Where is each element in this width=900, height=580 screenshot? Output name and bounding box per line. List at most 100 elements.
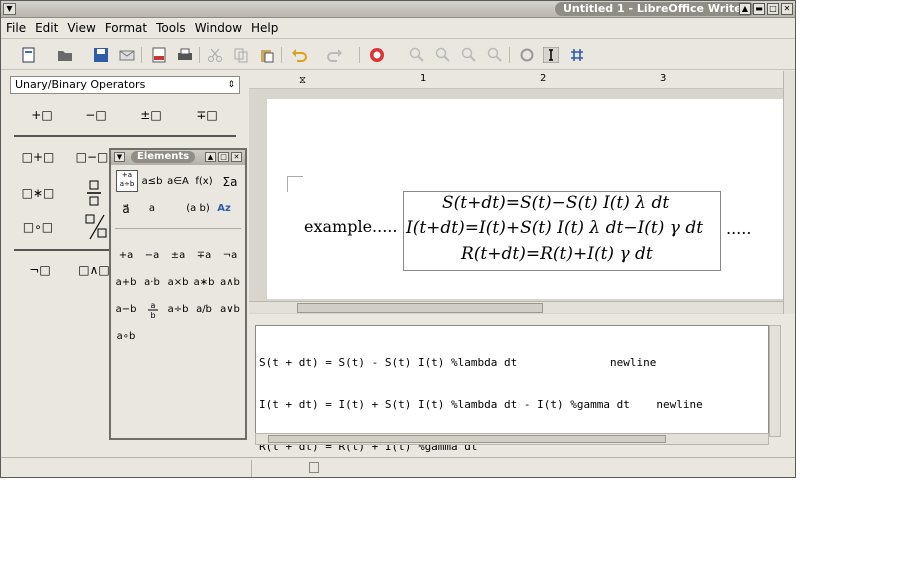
menu-view[interactable]: View — [67, 21, 95, 35]
formula-line-i: I(t+dt)=I(t)+S(t) I(t) λ dt−I(t) γ dt — [406, 218, 704, 238]
el-plusminus[interactable]: ±a — [165, 246, 191, 266]
category-brackets-icon[interactable]: a — [139, 199, 165, 219]
paste-icon[interactable] — [259, 47, 275, 63]
undo-icon[interactable] — [291, 47, 307, 63]
category-operators-icon[interactable]: Σa — [217, 172, 243, 192]
ruler[interactable]: 1 2 3 ⧖ — [249, 71, 783, 89]
app-window: ▼ Untitled 1 - LibreOffice Writer ▲ ▬ □ … — [0, 0, 796, 478]
indent-marker-icon[interactable]: ⧖ — [299, 75, 306, 86]
op-plusminus[interactable]: ±□ — [133, 105, 169, 125]
formula-line-s: S(t+dt)=S(t)−S(t) I(t) λ dt — [442, 193, 670, 213]
new-document-icon[interactable] — [21, 47, 37, 63]
window-menu-icon[interactable]: ▼ — [3, 3, 16, 15]
el-minusplus[interactable]: ∓a — [191, 246, 217, 266]
maximize-button[interactable]: □ — [767, 3, 779, 15]
el-pos[interactable]: +a — [113, 246, 139, 266]
op-not[interactable]: ¬□ — [22, 260, 58, 280]
category-functions-icon[interactable]: f(x) — [191, 172, 217, 192]
divider — [14, 135, 236, 137]
page[interactable]: example..... S(t+dt)=S(t)−S(t) I(t) λ dt… — [267, 99, 783, 299]
category-formats-icon[interactable]: Az — [211, 199, 237, 219]
close-button[interactable]: ✕ — [781, 3, 793, 15]
shade-button[interactable]: ▲ — [739, 3, 751, 15]
menu-edit[interactable]: Edit — [35, 21, 58, 35]
el-ast[interactable]: a∗b — [191, 273, 217, 293]
title-bar: ▼ Untitled 1 - LibreOffice Writer ▲ ▬ □ … — [1, 1, 795, 18]
zoom-page-icon[interactable] — [461, 47, 477, 63]
el-not[interactable]: ¬a — [217, 246, 243, 266]
minimize-button[interactable]: ▬ — [753, 3, 765, 15]
op-multiply[interactable]: □∗□ — [20, 183, 56, 203]
update-icon[interactable] — [519, 47, 535, 63]
editor-vertical-scrollbar[interactable] — [769, 325, 781, 437]
export-pdf-icon[interactable] — [151, 47, 167, 63]
el-times[interactable]: a×b — [165, 273, 191, 293]
copy-icon[interactable] — [233, 47, 249, 63]
dropdown-arrow-icon: ⇕ — [227, 80, 235, 90]
zoom-out-icon[interactable] — [435, 47, 451, 63]
menu-format[interactable]: Format — [105, 21, 147, 35]
category-sets-icon[interactable]: a∈A — [165, 172, 191, 192]
panel-menu-icon[interactable]: ▼ — [114, 152, 125, 162]
formula-editor[interactable]: S(t + dt) = S(t) - S(t) I(t) %lambda dt … — [255, 325, 769, 453]
example-text: example..... — [304, 217, 398, 236]
menu-file[interactable]: File — [6, 21, 26, 35]
formula-object[interactable]: S(t+dt)=S(t)−S(t) I(t) λ dt I(t+dt)=I(t)… — [403, 191, 721, 271]
el-circ[interactable]: a∘b — [113, 327, 139, 347]
menu-help[interactable]: Help — [251, 21, 278, 35]
save-icon[interactable] — [93, 47, 109, 63]
el-neg[interactable]: −a — [139, 246, 165, 266]
formula-line-r: R(t+dt)=R(t)+I(t) γ dt — [461, 244, 653, 264]
op-plus[interactable]: +□ — [24, 105, 60, 125]
category-matrix-icon[interactable]: (a b) — [185, 199, 211, 219]
scrollbar-thumb[interactable] — [268, 435, 666, 443]
command-line: I(t + dt) = I(t) + S(t) I(t) %lambda dt … — [259, 398, 703, 411]
document-modified-icon[interactable] — [309, 462, 319, 473]
op-minusplus[interactable]: ∓□ — [189, 105, 225, 125]
document-horizontal-scrollbar[interactable] — [249, 301, 783, 313]
el-or[interactable]: a∨b — [217, 300, 243, 320]
el-div[interactable]: a÷b — [165, 300, 191, 320]
cut-icon[interactable] — [207, 47, 223, 63]
scrollbar-thumb[interactable] — [297, 303, 543, 313]
op-minus[interactable]: −□ — [78, 105, 114, 125]
fraction-icon[interactable] — [86, 179, 102, 207]
print-icon[interactable] — [177, 47, 193, 63]
divider — [251, 460, 252, 477]
op-subtract[interactable]: □−□ — [74, 147, 110, 167]
el-cdot[interactable]: a·b — [139, 273, 165, 293]
open-folder-icon[interactable] — [57, 47, 73, 63]
op-add[interactable]: □+□ — [20, 147, 56, 167]
help-lifebuoy-icon[interactable] — [369, 47, 385, 63]
el-and[interactable]: a∧b — [217, 273, 243, 293]
slash-fraction-icon[interactable] — [84, 213, 110, 241]
panel-maximize-button[interactable]: □ — [218, 152, 229, 162]
email-icon[interactable] — [119, 47, 135, 63]
elements-panel: ▼ Elements ▲ □ ✕ +a a÷b a≤b a∈A f(x) Σa … — [109, 148, 247, 440]
category-unary-binary-icon[interactable]: +a a÷b — [116, 170, 138, 192]
el-add[interactable]: a+b — [113, 273, 139, 293]
menu-window[interactable]: Window — [195, 21, 242, 35]
el-sub[interactable]: a−b — [113, 300, 139, 320]
panel-shade-button[interactable]: ▲ — [205, 152, 216, 162]
menu-tools[interactable]: Tools — [156, 21, 186, 35]
redo-icon[interactable] — [327, 47, 343, 63]
el-frac-icon[interactable]: ab — [147, 300, 159, 320]
symbols-icon[interactable] — [569, 47, 585, 63]
category-dropdown[interactable]: Unary/Binary Operators ⇕ — [10, 76, 240, 94]
menu-bar: File Edit View Format Tools Window Help — [1, 18, 795, 38]
op-and[interactable]: □∧□ — [76, 260, 112, 280]
window-title: Untitled 1 - LibreOffice Writer — [555, 2, 756, 16]
zoom-in-icon[interactable] — [409, 47, 425, 63]
document-vertical-scrollbar[interactable] — [783, 71, 795, 314]
document-area: 1 2 3 ⧖ example..... S(t+dt)=S(t)−S(t) I… — [249, 71, 795, 314]
zoom-icon[interactable] — [487, 47, 503, 63]
op-compose[interactable]: □∘□ — [20, 217, 56, 237]
el-slash[interactable]: a/b — [191, 300, 217, 320]
category-relations-icon[interactable]: a≤b — [139, 172, 165, 192]
panel-close-button[interactable]: ✕ — [231, 152, 242, 162]
divider — [115, 228, 241, 229]
editor-horizontal-scrollbar[interactable] — [255, 433, 769, 445]
formula-cursor-icon[interactable] — [543, 47, 559, 63]
category-attributes-icon[interactable]: a⃗ — [113, 199, 139, 219]
